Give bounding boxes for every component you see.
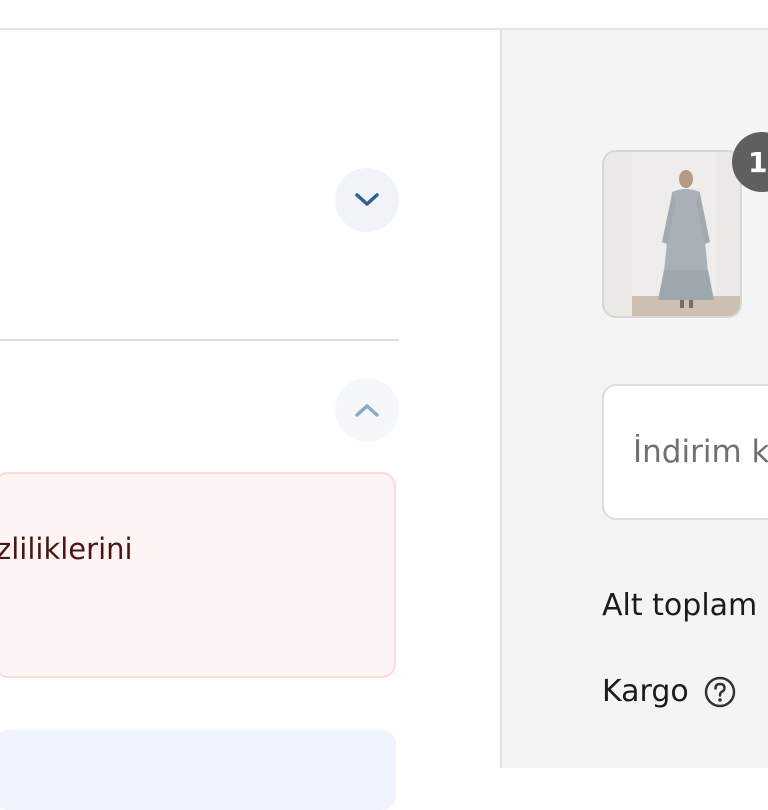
top-bar — [0, 0, 768, 30]
product-image — [604, 152, 740, 316]
delivery-alert-box: zliliklerini — [0, 472, 396, 678]
discount-code-input[interactable] — [602, 384, 768, 520]
section-expand-button[interactable] — [335, 168, 399, 232]
subtotal-label: Alt toplam — [602, 588, 758, 623]
shipping-row: Kargo — [602, 674, 737, 709]
shipping-label: Kargo — [602, 674, 689, 709]
product-thumbnail[interactable] — [602, 150, 742, 318]
section-collapse-button[interactable] — [335, 378, 399, 442]
chevron-up-icon — [355, 404, 379, 417]
order-summary-pane: 1 Alt toplam Kargo — [502, 30, 768, 768]
section-divider — [0, 339, 399, 341]
chevron-down-icon — [355, 193, 379, 206]
alert-text: zliliklerini — [0, 532, 133, 566]
checkout-form-pane: zliliklerini — [0, 30, 502, 810]
question-circle-icon[interactable] — [703, 675, 737, 709]
info-notice-box — [0, 730, 396, 810]
